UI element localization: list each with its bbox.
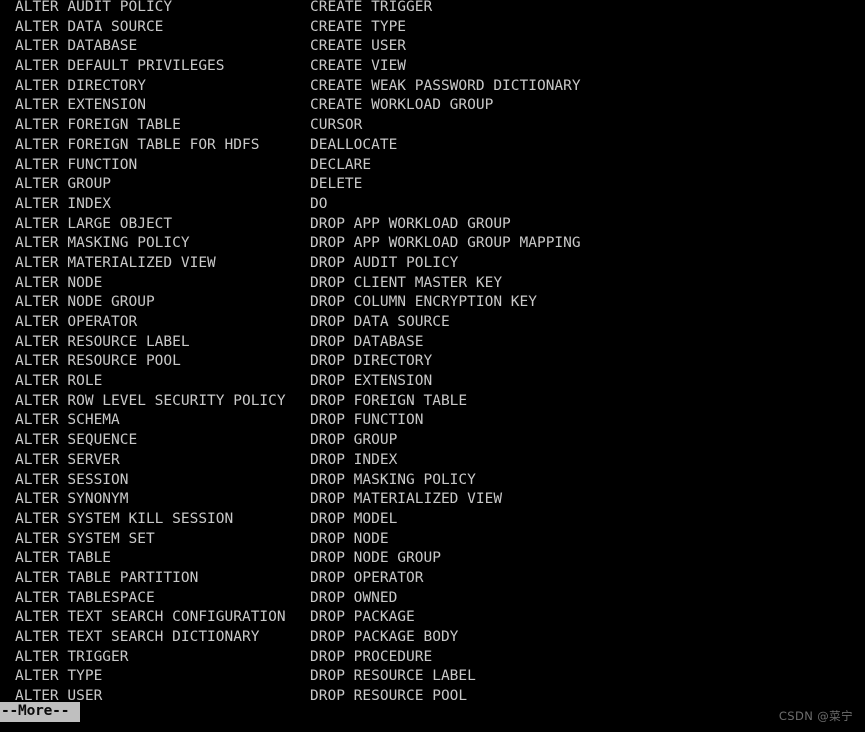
command-line: ALTER TABLE PARTITION bbox=[15, 569, 199, 586]
command-line: ALTER RESOURCE POOL bbox=[15, 353, 181, 370]
command-line: DROP MASKING POLICY bbox=[310, 471, 476, 488]
command-line: ALTER DIRECTORY bbox=[15, 77, 146, 94]
command-line: ALTER SCHEMA bbox=[15, 412, 120, 429]
command-line: ALTER DATA SOURCE bbox=[15, 18, 164, 35]
watermark-label: CSDN @菜宁 bbox=[778, 709, 853, 723]
command-line: ALTER LARGE OBJECT bbox=[15, 215, 173, 232]
command-line: DROP EXTENSION bbox=[310, 373, 433, 390]
command-list-left-column: ALTER AUDIT POLICY ALTER DATA SOURCE ALTER… bbox=[15, 0, 286, 707]
command-line: DROP RESOURCE POOL bbox=[310, 688, 468, 705]
command-line: DROP RESOURCE LABEL bbox=[310, 668, 476, 685]
command-line: ALTER ROW LEVEL SECURITY POLICY bbox=[15, 392, 286, 409]
command-line: DROP FOREIGN TABLE bbox=[310, 392, 468, 409]
command-line: ALTER OPERATOR bbox=[15, 314, 138, 330]
command-line: CREATE USER bbox=[310, 38, 407, 55]
command-line: DROP NODE GROUP bbox=[310, 550, 441, 567]
command-line: DROP APP WORKLOAD GROUP bbox=[310, 215, 511, 232]
command-line: ALTER FOREIGN TABLE FOR HDFS bbox=[15, 136, 260, 153]
terminal-window[interactable]: ALTER AUDIT POLICY ALTER DATA SOURCE ALTER… bbox=[0, 0, 865, 732]
command-line: DROP DATABASE bbox=[310, 333, 424, 350]
command-line: ALTER FOREIGN TABLE bbox=[15, 117, 181, 134]
command-line: ALTER GROUP bbox=[15, 176, 112, 193]
command-line: DROP PACKAGE BODY bbox=[310, 629, 459, 645]
command-line: ALTER SEQUENCE bbox=[15, 432, 138, 449]
command-line: DROP PACKAGE bbox=[310, 609, 415, 626]
pager-prompt-row[interactable]: --More-- bbox=[0, 702, 81, 722]
command-line: ALTER TYPE bbox=[15, 668, 103, 685]
terminal-screen: ALTER AUDIT POLICY ALTER DATA SOURCE ALTER… bbox=[0, 0, 865, 710]
command-line: ALTER TABLESPACE bbox=[15, 589, 155, 606]
command-line: ALTER TRIGGER bbox=[15, 648, 129, 665]
command-line: DROP MATERIALIZED VIEW bbox=[310, 491, 503, 508]
command-line: DROP COLUMN ENCRYPTION KEY bbox=[310, 294, 537, 311]
command-line: DROP OPERATOR bbox=[310, 569, 424, 586]
command-line: ALTER DEFAULT PRIVILEGES bbox=[15, 58, 225, 75]
command-line: ALTER NODE bbox=[15, 274, 103, 291]
command-line: DEALLOCATE bbox=[310, 136, 398, 153]
command-line: ALTER TEXT SEARCH DICTIONARY bbox=[15, 629, 260, 645]
command-line: DROP INDEX bbox=[310, 451, 398, 468]
command-line: DROP CLIENT MASTER KEY bbox=[310, 274, 503, 291]
command-line: DROP MODEL bbox=[310, 510, 398, 527]
command-line: ALTER EXTENSION bbox=[15, 97, 146, 114]
command-line: ALTER AUDIT POLICY bbox=[15, 0, 173, 15]
command-line: ALTER NODE GROUP bbox=[15, 294, 155, 311]
command-line: DROP NODE bbox=[310, 530, 389, 547]
command-line: ALTER SESSION bbox=[15, 471, 129, 488]
command-line: DROP PROCEDURE bbox=[310, 648, 433, 665]
command-line: CURSOR bbox=[310, 117, 363, 134]
command-line: ALTER SERVER bbox=[15, 451, 120, 468]
command-line: DROP DIRECTORY bbox=[310, 353, 433, 370]
command-line: DROP APP WORKLOAD GROUP MAPPING bbox=[310, 235, 581, 252]
command-line: CREATE TRIGGER bbox=[310, 0, 433, 15]
command-line: CREATE TYPE bbox=[310, 18, 407, 35]
command-line: ALTER RESOURCE LABEL bbox=[15, 333, 190, 350]
command-line: ALTER DATABASE bbox=[15, 38, 138, 55]
command-line: ALTER SYNONYM bbox=[15, 491, 129, 508]
command-line: DROP FUNCTION bbox=[310, 412, 424, 429]
command-line: DROP AUDIT POLICY bbox=[310, 254, 459, 271]
command-line: ALTER INDEX bbox=[15, 195, 112, 212]
more-prompt[interactable]: --More-- bbox=[0, 702, 71, 722]
command-line: DROP DATA SOURCE bbox=[310, 314, 450, 330]
command-line: ALTER SYSTEM SET bbox=[15, 530, 155, 547]
command-line: ALTER SYSTEM KILL SESSION bbox=[15, 510, 234, 527]
text-cursor bbox=[70, 702, 81, 722]
command-line: CREATE WEAK PASSWORD DICTIONARY bbox=[310, 77, 581, 94]
command-line: ALTER MATERIALIZED VIEW bbox=[15, 254, 216, 271]
command-list-right-column: CREATE TRIGGER CREATE TYPE CREATE USER CREA… bbox=[310, 0, 581, 707]
command-line: ALTER FUNCTION bbox=[15, 156, 138, 173]
command-line: DROP OWNED bbox=[310, 589, 398, 606]
command-line: ALTER TEXT SEARCH CONFIGURATION bbox=[15, 609, 286, 626]
command-line: DROP GROUP bbox=[310, 432, 398, 449]
command-line: DECLARE bbox=[310, 156, 372, 173]
command-line: DELETE bbox=[310, 176, 363, 193]
command-line: DO bbox=[310, 195, 328, 212]
command-line: ALTER TABLE bbox=[15, 550, 112, 567]
command-line: ALTER ROLE bbox=[15, 373, 103, 390]
command-line: CREATE VIEW bbox=[310, 58, 407, 75]
command-line: ALTER MASKING POLICY bbox=[15, 235, 190, 252]
command-line: CREATE WORKLOAD GROUP bbox=[310, 97, 494, 114]
